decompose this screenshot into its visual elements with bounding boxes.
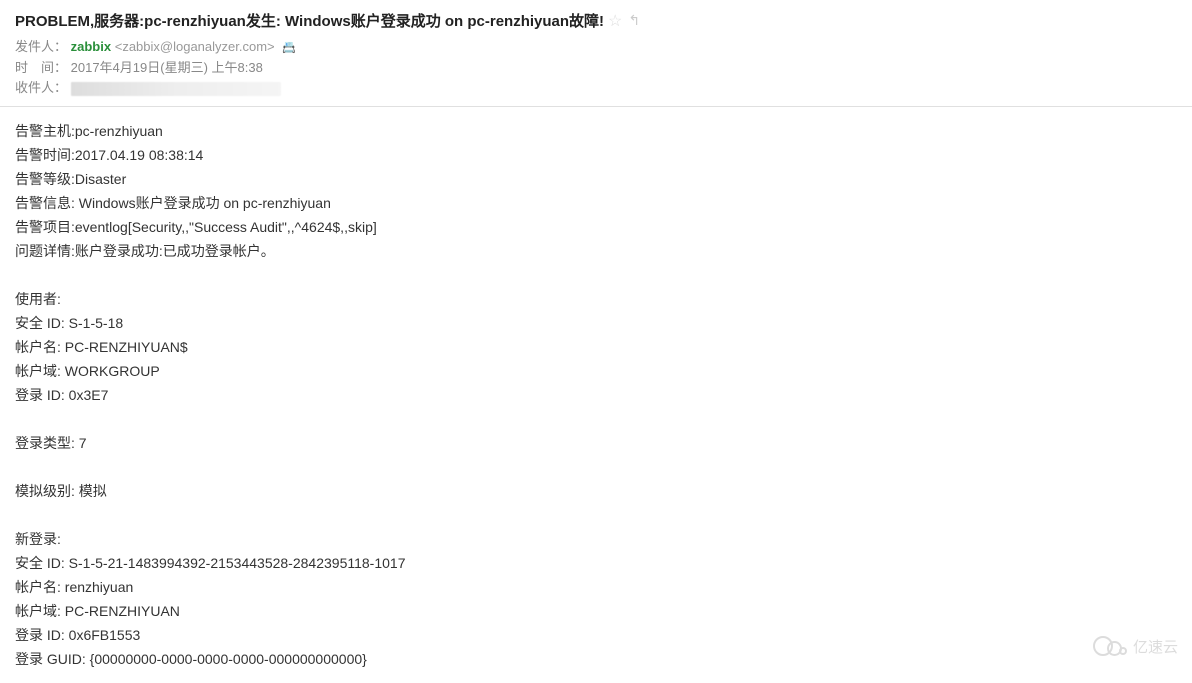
recipient-redacted: [71, 82, 281, 96]
contact-card-icon[interactable]: 📇: [282, 42, 296, 54]
body-line: 使用者:: [15, 287, 1177, 311]
watermark: 亿速云: [1093, 635, 1178, 657]
body-line: [15, 503, 1177, 527]
time-label: 时 间：: [15, 60, 67, 75]
sender-email: <zabbix@loganalyzer.com>: [115, 39, 275, 54]
body-line: [15, 455, 1177, 479]
body-line: 登录 ID: 0x6FB1553: [15, 623, 1177, 647]
sender-name[interactable]: zabbix: [71, 39, 111, 54]
body-line: 告警项目:eventlog[Security,,"Success Audit",…: [15, 215, 1177, 239]
body-line: 登录 GUID: {00000000-0000-0000-0000-000000…: [15, 647, 1177, 671]
recipient-label: 收件人：: [15, 80, 67, 95]
body-line: 告警时间:2017.04.19 08:38:14: [15, 143, 1177, 167]
body-line: 告警等级:Disaster: [15, 167, 1177, 191]
subject-row: PROBLEM,服务器:pc-renzhiyuan发生: Windows账户登录…: [15, 10, 1177, 31]
body-line: 登录类型: 7: [15, 431, 1177, 455]
body-line: 帐户域: WORKGROUP: [15, 359, 1177, 383]
body-line: 安全 ID: S-1-5-21-1483994392-2153443528-28…: [15, 551, 1177, 575]
body-line: 安全 ID: S-1-5-18: [15, 311, 1177, 335]
watermark-cloud-icon: [1093, 635, 1127, 657]
body-line: 模拟级别: 模拟: [15, 479, 1177, 503]
body-line: 登录 ID: 0x3E7: [15, 383, 1177, 407]
body-line: 告警信息: Windows账户登录成功 on pc-renzhiyuan: [15, 191, 1177, 215]
body-line: [15, 407, 1177, 431]
body-line: 告警主机:pc-renzhiyuan: [15, 119, 1177, 143]
body-line: 帐户名: PC-RENZHIYUAN$: [15, 335, 1177, 359]
email-subject: PROBLEM,服务器:pc-renzhiyuan发生: Windows账户登录…: [15, 10, 604, 31]
time-value: 2017年4月19日(星期三) 上午8:38: [71, 60, 263, 75]
reply-back-icon[interactable]: ↰: [628, 12, 640, 29]
email-body: 告警主机:pc-renzhiyuan告警时间:2017.04.19 08:38:…: [0, 107, 1192, 683]
body-line: 问题详情:账户登录成功:已成功登录帐户。: [15, 239, 1177, 263]
email-header: PROBLEM,服务器:pc-renzhiyuan发生: Windows账户登录…: [0, 0, 1192, 107]
body-line: 帐户名: renzhiyuan: [15, 575, 1177, 599]
watermark-text: 亿速云: [1133, 636, 1178, 657]
body-line: 新登录:: [15, 527, 1177, 551]
body-line: [15, 263, 1177, 287]
sender-row: 发件人： zabbix <zabbix@loganalyzer.com> 📇: [15, 37, 1177, 58]
recipient-row: 收件人：: [15, 78, 1177, 98]
time-row: 时 间： 2017年4月19日(星期三) 上午8:38: [15, 58, 1177, 78]
body-line: 帐户域: PC-RENZHIYUAN: [15, 599, 1177, 623]
sender-label: 发件人：: [15, 39, 67, 54]
star-icon[interactable]: ☆: [608, 11, 622, 31]
